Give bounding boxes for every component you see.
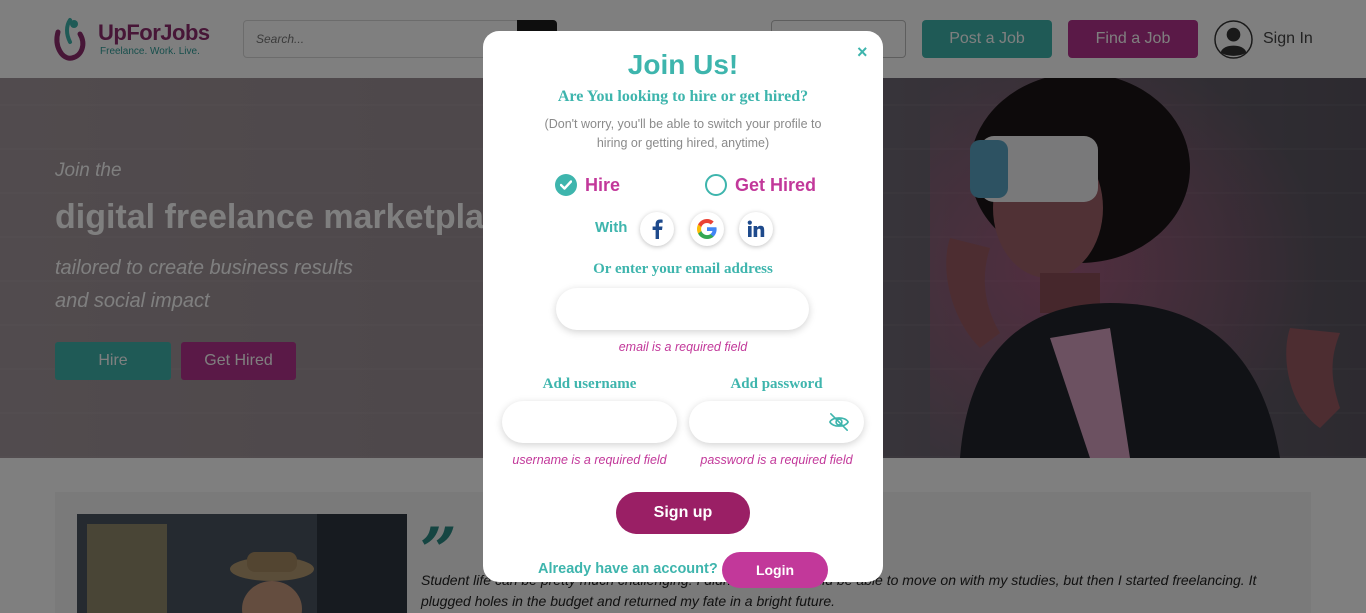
- option-hire[interactable]: Hire: [555, 173, 620, 197]
- modal-title: Join Us!: [627, 49, 739, 80]
- social-with-label: With: [595, 219, 628, 236]
- sign-up-button[interactable]: Sign up: [616, 492, 750, 534]
- have-account-label: Already have an account?: [538, 561, 718, 577]
- password-error: password is a required field: [700, 453, 853, 467]
- radio-checked-icon[interactable]: [555, 174, 577, 196]
- linkedin-icon: [747, 220, 765, 237]
- email-error: email is a required field: [618, 340, 748, 354]
- linkedin-login-button[interactable]: [739, 212, 773, 246]
- email-field[interactable]: [556, 288, 809, 330]
- modal-note: (Don't worry, you'll be able to switch y…: [544, 117, 822, 150]
- modal-question: Are You looking to hire or get hired?: [557, 88, 809, 105]
- option-get-hired[interactable]: Get Hired: [705, 173, 816, 197]
- username-field[interactable]: [502, 401, 677, 443]
- facebook-login-button[interactable]: [640, 212, 674, 246]
- facebook-icon: [652, 219, 663, 239]
- option-get-hired-label: Get Hired: [735, 174, 817, 195]
- google-login-button[interactable]: [690, 212, 724, 246]
- username-error: username is a required field: [512, 453, 667, 467]
- username-label: Add username: [542, 376, 637, 392]
- option-hire-label: Hire: [585, 174, 621, 195]
- eye-off-icon[interactable]: [828, 412, 850, 432]
- join-modal: × Join Us! Are You looking to hire or ge…: [483, 31, 883, 588]
- radio-unchecked-icon[interactable]: [705, 174, 727, 196]
- or-email-label: Or enter your email address: [593, 261, 773, 277]
- google-icon: [697, 219, 717, 239]
- password-label: Add password: [730, 376, 823, 392]
- login-button[interactable]: Login: [722, 552, 828, 588]
